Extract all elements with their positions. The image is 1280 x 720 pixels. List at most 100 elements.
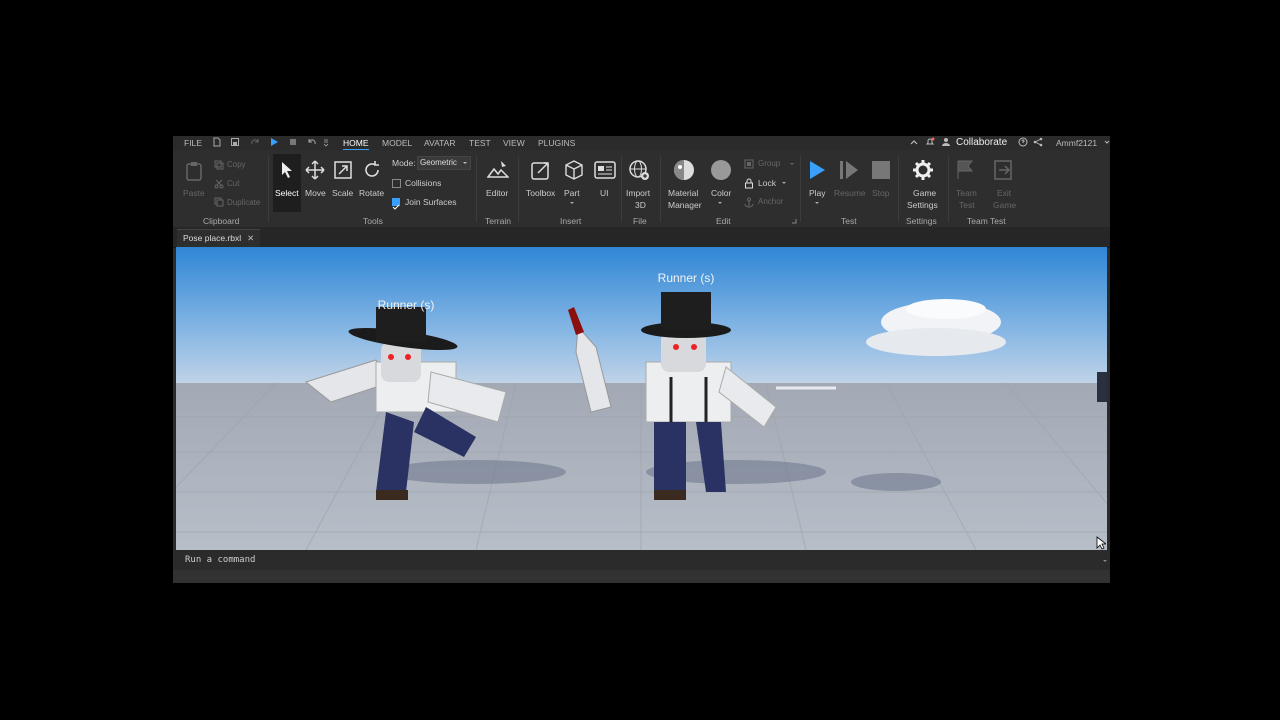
select-cursor-icon[interactable] — [278, 160, 296, 180]
scale-button[interactable]: Scale — [332, 188, 353, 198]
chevron-down-icon[interactable] — [781, 181, 787, 186]
exit-game-button-line1[interactable]: Exit — [997, 188, 1011, 198]
play-icon[interactable] — [269, 137, 279, 147]
tab-model[interactable]: MODEL — [382, 138, 412, 148]
material-manager-button-line2[interactable]: Manager — [668, 200, 702, 210]
divider — [268, 156, 269, 222]
duplicate-icon[interactable] — [214, 197, 224, 207]
user-account-button[interactable]: Ammf2121 — [1056, 138, 1097, 148]
mode-label: Mode: — [392, 158, 416, 168]
gear-icon[interactable] — [912, 159, 934, 181]
select-button[interactable]: Select — [275, 188, 299, 198]
share-icon[interactable] — [1033, 137, 1043, 147]
lock-icon[interactable] — [744, 178, 754, 189]
copy-button[interactable]: Copy — [227, 160, 246, 169]
tab-view[interactable]: VIEW — [503, 138, 525, 148]
stop-icon[interactable] — [870, 159, 892, 181]
color-icon[interactable] — [710, 159, 732, 181]
group-icon[interactable] — [744, 159, 754, 169]
move-button[interactable]: Move — [305, 188, 326, 198]
toolbox-icon[interactable] — [530, 159, 552, 181]
expand-group-icon[interactable] — [791, 218, 797, 224]
import-3d-button-line1[interactable]: Import — [626, 188, 650, 198]
collaborate-button[interactable]: Collaborate — [956, 137, 1007, 148]
file-menu[interactable]: FILE — [184, 138, 202, 148]
stop-icon[interactable] — [288, 137, 298, 147]
close-icon[interactable]: ✕ — [247, 233, 254, 243]
game-settings-button-line2[interactable]: Settings — [907, 200, 938, 210]
clipboard-group-label: Clipboard — [203, 216, 240, 226]
paste-button[interactable]: Paste — [183, 188, 205, 198]
paste-icon[interactable] — [184, 160, 204, 182]
team-test-button-line2[interactable]: Test — [959, 200, 975, 210]
chevron-down-icon[interactable] — [814, 201, 820, 206]
help-icon[interactable] — [1018, 137, 1028, 147]
collisions-checkbox[interactable] — [392, 179, 401, 188]
collaborate-icon[interactable] — [942, 137, 952, 147]
terrain-editor-icon[interactable] — [487, 159, 509, 181]
lock-button[interactable]: Lock — [758, 178, 776, 188]
nametag-right: Runner (s) — [658, 271, 715, 285]
redo-icon[interactable] — [250, 137, 260, 147]
command-bar[interactable]: Run a command — [173, 552, 1110, 570]
insert-group-label: Insert — [560, 216, 582, 226]
document-tab[interactable]: Pose place.rbxl ✕ — [177, 229, 261, 247]
exit-game-button-line2[interactable]: Game — [993, 200, 1016, 210]
undo-icon[interactable] — [307, 137, 317, 147]
chevron-down-icon[interactable] — [1104, 137, 1110, 147]
import-3d-globe-icon[interactable] — [628, 159, 650, 181]
chevron-down-icon[interactable] — [789, 162, 795, 167]
terrain-editor-button[interactable]: Editor — [486, 188, 508, 198]
cut-button[interactable]: Cut — [227, 179, 239, 188]
play-button[interactable]: Play — [809, 188, 826, 198]
play-icon[interactable] — [807, 159, 827, 181]
ui-icon[interactable] — [594, 160, 616, 180]
import-3d-button-line2[interactable]: 3D — [635, 200, 646, 210]
join-surfaces-checkbox[interactable] — [392, 198, 400, 210]
save-icon[interactable] — [230, 137, 240, 147]
chevron-down-icon[interactable] — [717, 201, 723, 206]
stop-button[interactable]: Stop — [872, 188, 890, 198]
duplicate-button[interactable]: Duplicate — [227, 198, 260, 207]
shadow — [386, 460, 566, 484]
move-icon[interactable] — [305, 160, 325, 180]
exit-game-icon[interactable] — [993, 159, 1015, 181]
copy-icon[interactable] — [214, 160, 224, 170]
rotate-icon[interactable] — [362, 160, 382, 180]
rotate-button[interactable]: Rotate — [359, 188, 384, 198]
anchor-button[interactable]: Anchor — [758, 197, 783, 206]
group-button[interactable]: Group — [758, 159, 780, 168]
chevron-down-icon[interactable] — [1102, 559, 1108, 564]
resume-button[interactable]: Resume — [834, 188, 866, 198]
toolbox-button[interactable]: Toolbox — [526, 188, 555, 198]
part-button[interactable]: Part — [564, 188, 580, 198]
game-settings-button-line1[interactable]: Game — [913, 188, 936, 198]
status-strip — [173, 570, 1110, 583]
mode-dropdown[interactable]: Geometric — [417, 156, 471, 170]
chevron-down-icon[interactable] — [569, 201, 575, 206]
divider — [898, 156, 899, 222]
cut-icon[interactable] — [214, 179, 224, 189]
resume-icon[interactable] — [838, 159, 860, 181]
command-input[interactable]: Run a command — [185, 555, 255, 565]
nametag-left: Runner (s) — [378, 298, 435, 312]
ui-button[interactable]: UI — [600, 188, 609, 198]
part-cube-icon[interactable] — [563, 159, 585, 181]
color-button[interactable]: Color — [711, 188, 731, 198]
scene-render: Runner (s) Runner (s) — [176, 247, 1107, 550]
material-manager-icon[interactable] — [673, 159, 695, 181]
team-test-button-line1[interactable]: Team — [956, 188, 977, 198]
tab-plugins[interactable]: PLUGINS — [538, 138, 575, 148]
collapse-ribbon-icon[interactable] — [909, 137, 919, 147]
material-manager-button-line1[interactable]: Material — [668, 188, 698, 198]
scale-icon[interactable] — [333, 160, 353, 180]
mouse-cursor-icon — [1096, 536, 1106, 550]
tab-avatar[interactable]: AVATAR — [424, 138, 456, 148]
3d-viewport[interactable]: Runner (s) Runner (s) — [176, 247, 1107, 550]
notifications-icon[interactable] — [925, 137, 935, 147]
team-test-icon[interactable] — [955, 159, 977, 181]
anchor-icon[interactable] — [744, 197, 754, 208]
quick-access-dropdown-icon[interactable] — [323, 137, 329, 147]
tab-test[interactable]: TEST — [469, 138, 491, 148]
new-file-icon[interactable] — [212, 137, 222, 147]
